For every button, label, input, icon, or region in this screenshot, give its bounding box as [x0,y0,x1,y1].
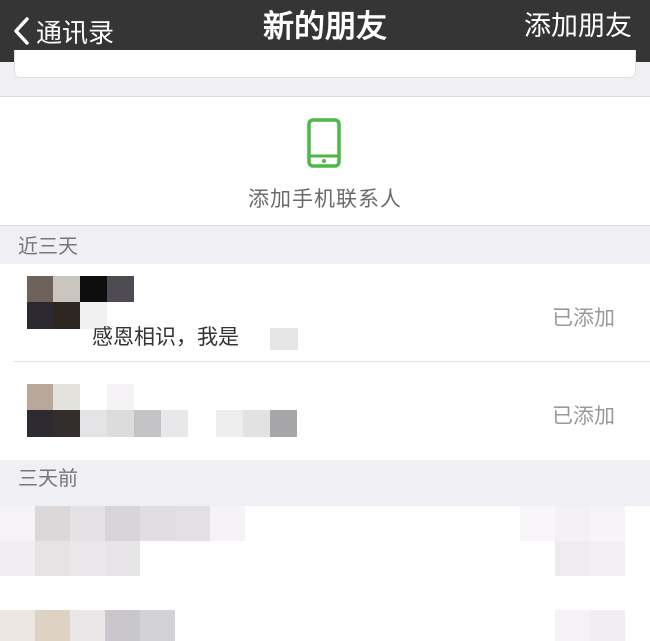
censor-block [270,328,298,350]
friend-request-message: 感恩相识，我是 [92,325,239,349]
friend-request-row[interactable] [0,506,650,604]
status-label: 已添加 [552,306,615,330]
search-bar[interactable] [14,50,636,78]
friend-request-row[interactable]: 已添加 [0,362,650,460]
add-phone-contacts-label: 添加手机联系人 [248,187,402,211]
section-header-older: 三天前 [0,460,650,496]
add-phone-contacts-button[interactable]: 添加手机联系人 [0,96,650,226]
friend-request-row[interactable] [0,604,650,641]
status-label: 已添加 [552,404,615,428]
mobile-phone-icon [306,117,342,173]
section-header-recent: 近三天 [0,228,650,264]
friend-request-row[interactable]: 感恩相识，我是 已添加 [0,264,650,362]
